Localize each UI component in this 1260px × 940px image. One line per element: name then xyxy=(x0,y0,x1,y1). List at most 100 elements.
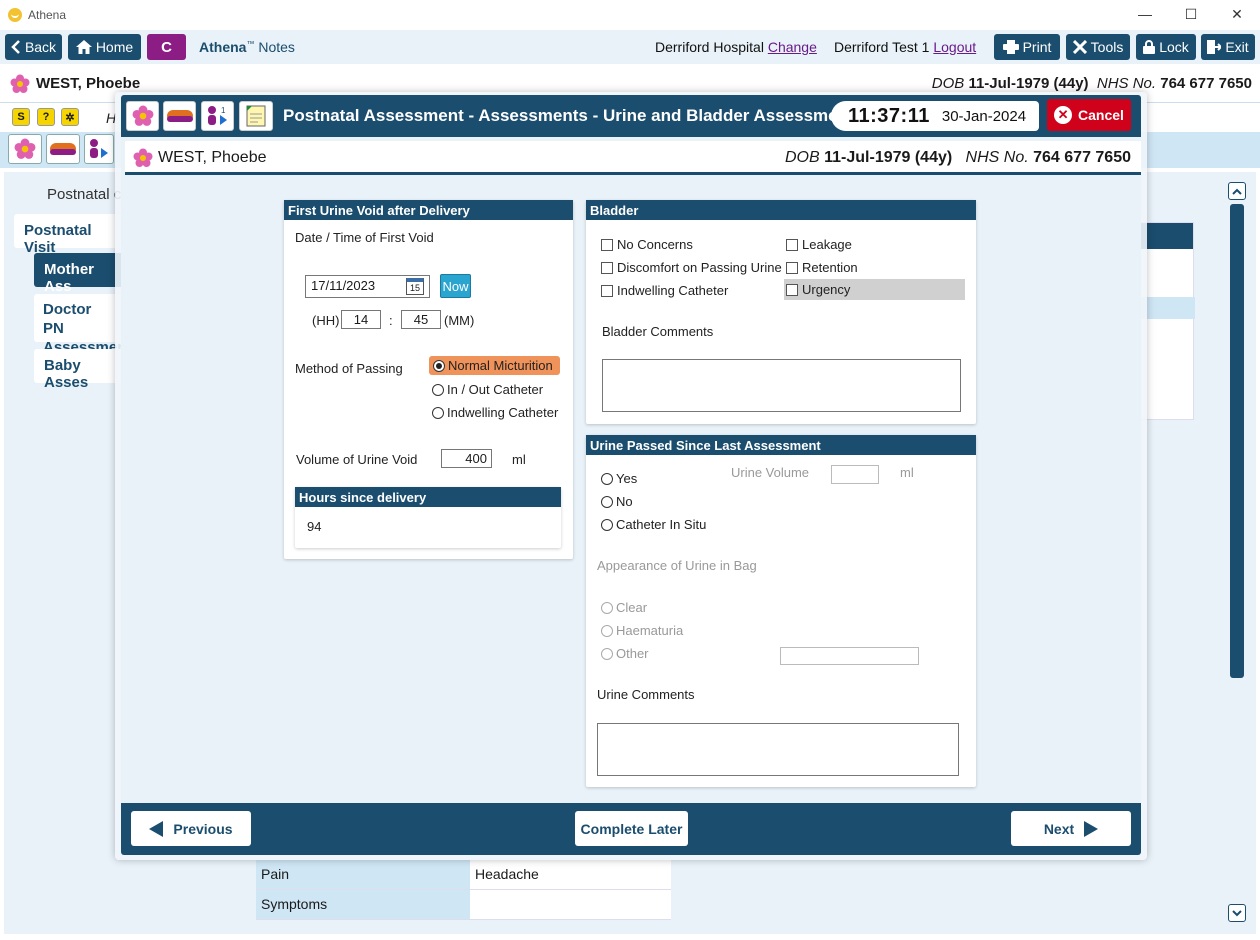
previous-label: Previous xyxy=(173,820,233,837)
modal-patient-name: WEST, Phoebe xyxy=(158,149,267,166)
urine-volume-unit: ml xyxy=(900,465,914,480)
urine-volume-input[interactable] xyxy=(831,465,879,484)
back-label: Back xyxy=(24,39,57,55)
patient-list-icon[interactable] xyxy=(84,134,114,164)
method-indwelling-catheter-radio[interactable]: Indwelling Catheter xyxy=(432,405,558,420)
scroll-up-button[interactable] xyxy=(1228,182,1246,200)
scrollbar-thumb[interactable] xyxy=(1230,204,1244,678)
logout-link[interactable]: Logout xyxy=(933,39,976,55)
previous-button[interactable]: Previous xyxy=(131,811,251,846)
bladder-panel: Bladder No Concerns Leakage Discomfort o… xyxy=(586,200,976,424)
radio-label: Other xyxy=(616,646,649,661)
table-row: Pain Headache xyxy=(256,860,671,890)
minimize-button[interactable]: — xyxy=(1122,0,1168,28)
urine-passed-panel: Urine Passed Since Last Assessment Yes N… xyxy=(586,435,976,787)
close-circle-icon: ✕ xyxy=(1054,106,1073,124)
svg-text:1: 1 xyxy=(221,106,226,115)
nav-item-doctor-pn-assessment[interactable]: Doctor PN Assessmen xyxy=(34,294,126,356)
tools-icon xyxy=(1072,40,1087,54)
modal-title: Postnatal Assessment - Assessments - Uri… xyxy=(283,106,854,125)
next-button[interactable]: Next xyxy=(1011,811,1131,846)
scroll-down-button[interactable] xyxy=(1228,904,1246,922)
volume-unit: ml xyxy=(512,452,526,467)
home-button[interactable]: Home xyxy=(68,34,141,60)
complete-later-button[interactable]: Complete Later xyxy=(575,811,688,846)
exit-button[interactable]: Exit xyxy=(1201,34,1255,60)
method-normal-micturition-radio[interactable]: Normal Micturition xyxy=(429,356,560,375)
arrow-right-icon xyxy=(1084,820,1099,837)
hour-input[interactable]: 14 xyxy=(341,310,381,329)
appearance-clear-radio[interactable]: Clear xyxy=(601,600,647,615)
chevron-left-icon xyxy=(11,40,20,54)
checkbox-box xyxy=(601,261,613,274)
now-button[interactable]: Now xyxy=(440,274,471,298)
background-table-selected-row[interactable] xyxy=(1141,297,1195,319)
appearance-other-radio[interactable]: Other xyxy=(601,646,649,661)
row-value: Headache xyxy=(470,860,671,889)
retention-checkbox[interactable]: Retention xyxy=(786,260,858,275)
close-window-button[interactable]: ✕ xyxy=(1214,0,1260,28)
nhs-value: 764 677 7650 xyxy=(1160,75,1252,92)
radio-label: Yes xyxy=(616,471,638,486)
notes-document-icon[interactable] xyxy=(239,101,273,131)
change-hospital-link[interactable]: Change xyxy=(768,39,817,55)
help-icon[interactable]: ? xyxy=(37,108,55,126)
window-title: Athena xyxy=(28,8,67,22)
nav-item-postnatal-visit[interactable]: Postnatal Visit xyxy=(14,214,124,256)
settings-icon[interactable]: ✲ xyxy=(61,108,79,126)
urgency-checkbox[interactable]: Urgency xyxy=(784,279,965,300)
radio-dot xyxy=(601,601,613,614)
checkbox-label: Leakage xyxy=(802,237,852,252)
radio-dot xyxy=(601,495,613,508)
calendar-icon[interactable]: 15 xyxy=(406,278,424,295)
checkbox-box xyxy=(786,261,798,274)
current-date: 30-Jan-2024 xyxy=(941,107,1027,125)
leakage-checkbox[interactable]: Leakage xyxy=(786,237,852,252)
cancel-label: Cancel xyxy=(1078,107,1124,123)
discomfort-checkbox[interactable]: Discomfort on Passing Urine xyxy=(601,260,782,275)
appearance-haematuria-radio[interactable]: Haematuria xyxy=(601,623,683,638)
volume-label: Volume of Urine Void xyxy=(296,452,418,467)
first-void-date-input[interactable]: 17/11/2023 15 xyxy=(305,275,430,298)
c-button[interactable]: C xyxy=(147,34,186,60)
lock-button[interactable]: Lock xyxy=(1136,34,1196,60)
medication-pill-icon[interactable] xyxy=(163,101,196,131)
female-flower-icon xyxy=(133,148,153,167)
urine-header: Urine Passed Since Last Assessment xyxy=(586,435,976,455)
indwelling-catheter-checkbox[interactable]: Indwelling Catheter xyxy=(601,283,728,298)
cancel-button[interactable]: ✕ Cancel xyxy=(1047,99,1131,131)
method-in-out-catheter-radio[interactable]: In / Out Catheter xyxy=(432,382,543,397)
female-flower-icon[interactable] xyxy=(126,101,159,131)
checkbox-label: Urgency xyxy=(802,282,851,297)
tools-button[interactable]: Tools xyxy=(1066,34,1130,60)
back-button[interactable]: Back xyxy=(5,34,62,60)
urine-no-radio[interactable]: No xyxy=(601,494,633,509)
print-button[interactable]: Print xyxy=(994,34,1060,60)
maximize-button[interactable]: ☐ xyxy=(1168,0,1214,28)
urine-yes-radio[interactable]: Yes xyxy=(601,471,637,486)
nav-item-baby-assessment[interactable]: Baby Asses xyxy=(34,349,124,391)
female-flower-icon[interactable] xyxy=(8,134,42,164)
user-name: Derriford Test 1 xyxy=(834,39,930,55)
urine-catheter-in-situ-radio[interactable]: Catheter In Situ xyxy=(601,517,706,532)
chevron-down-icon xyxy=(1232,909,1242,916)
minute-input[interactable]: 45 xyxy=(401,310,441,329)
hours-header: Hours since delivery xyxy=(295,487,561,507)
bladder-comments-input[interactable] xyxy=(602,359,961,412)
hours-since-delivery-panel: Hours since delivery 94 xyxy=(295,487,561,548)
volume-input[interactable]: 400 xyxy=(441,449,492,468)
hours-value: 94 xyxy=(307,519,322,534)
complete-later-label: Complete Later xyxy=(580,820,683,837)
main-scrollbar[interactable] xyxy=(1228,182,1248,926)
urine-comments-input[interactable] xyxy=(597,723,959,776)
medication-pill-icon[interactable] xyxy=(46,134,80,164)
checkbox-box xyxy=(786,238,798,251)
appearance-other-input[interactable] xyxy=(780,647,919,665)
urine-comments-label: Urine Comments xyxy=(597,687,695,702)
no-concerns-checkbox[interactable]: No Concerns xyxy=(601,237,693,252)
first-void-panel: First Urine Void after Delivery Date / T… xyxy=(284,200,573,559)
s-e-icon[interactable]: S xyxy=(12,108,30,126)
nav-item-mother-assessment[interactable]: Mother Ass xyxy=(34,253,124,295)
patient-list-icon[interactable]: 1 xyxy=(201,101,234,131)
background-table xyxy=(1140,222,1195,420)
